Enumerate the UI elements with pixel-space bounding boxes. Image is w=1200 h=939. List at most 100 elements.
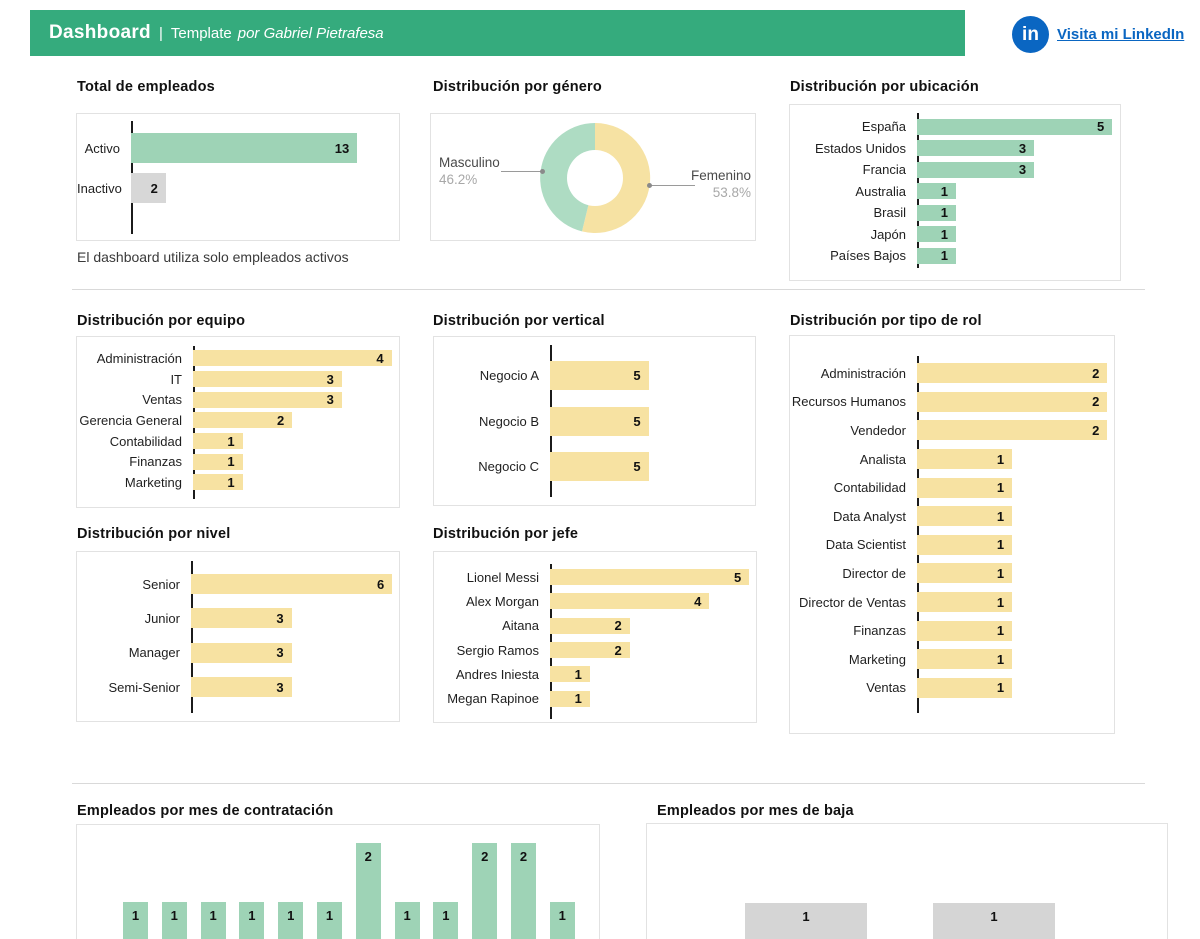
bar: 4	[193, 350, 392, 366]
bar-row: Director de Ventas1	[790, 588, 1114, 617]
bar: 5	[550, 452, 649, 481]
genero-chart: Masculino 46.2% Femenino 53.8%	[430, 113, 756, 241]
jefe-chart: Lionel Messi5Alex Morgan4Aitana2Sergio R…	[433, 551, 757, 723]
value-label: 5	[633, 459, 648, 474]
value-label: 3	[1019, 141, 1034, 156]
column-bar: 1	[123, 902, 148, 939]
bar-track: 2	[917, 416, 1114, 445]
bar-row: Alex Morgan4	[434, 589, 756, 613]
bar-track: 5	[917, 116, 1120, 138]
bar: 3	[191, 677, 292, 697]
value-label: 2	[511, 849, 536, 864]
bar: 2	[917, 420, 1107, 440]
bar: 3	[191, 608, 292, 628]
bar: 1	[917, 563, 1012, 583]
category-label: Contabilidad	[77, 434, 193, 449]
bar-row: Marketing1	[77, 472, 399, 493]
bar-row: Senior6	[77, 567, 399, 601]
chart-title-tiporol: Distribución por tipo de rol	[790, 313, 982, 329]
bar: 1	[917, 183, 956, 199]
contratacion-chart: 111111211221	[76, 824, 600, 939]
callout-dot-masculino	[540, 169, 545, 174]
category-label: Lionel Messi	[434, 570, 550, 585]
value-label: 1	[227, 454, 242, 469]
bar: 2	[550, 642, 630, 658]
bar-track: 2	[193, 410, 399, 431]
category-label: Japón	[790, 227, 917, 242]
total-empleados-chart: Activo13Inactivo2	[76, 113, 400, 241]
value-label: 1	[395, 908, 420, 923]
category-label: Director de	[790, 566, 917, 581]
column-bar: 1	[933, 903, 1055, 939]
bar-row: Finanzas1	[790, 616, 1114, 645]
value-label: 1	[162, 908, 187, 923]
bar: 1	[917, 478, 1012, 498]
bar: 3	[193, 371, 342, 387]
category-label: Sergio Ramos	[434, 643, 550, 658]
bar: 3	[193, 392, 342, 408]
bar-track: 1	[917, 502, 1114, 531]
category-label: Negocio C	[434, 459, 550, 474]
value-label: 1	[239, 908, 264, 923]
bar: 1	[917, 535, 1012, 555]
value-label: 1	[941, 227, 956, 242]
bar: 1	[917, 449, 1012, 469]
value-label: 5	[1097, 119, 1112, 134]
category-label: Inactivo	[77, 181, 131, 196]
bar: 3	[917, 140, 1034, 156]
chart-title-ubicacion: Distribución por ubicación	[790, 79, 979, 95]
bar-row: Brasil1	[790, 202, 1120, 224]
bar-row: Recursos Humanos2	[790, 388, 1114, 417]
value-label: 1	[941, 205, 956, 220]
category-label: España	[790, 119, 917, 134]
bar: 2	[131, 173, 166, 203]
value-label: 3	[276, 611, 291, 626]
bar-track: 6	[191, 567, 399, 601]
value-label: 2	[1092, 423, 1107, 438]
category-label: Aitana	[434, 618, 550, 633]
bar: 3	[917, 162, 1034, 178]
value-label: 4	[376, 351, 391, 366]
category-label: IT	[77, 372, 193, 387]
category-label: Marketing	[790, 652, 917, 667]
bar-track: 1	[917, 531, 1114, 560]
column-bar: 1	[278, 902, 303, 939]
bar-track: 1	[550, 686, 756, 710]
category-label: Andres Iniesta	[434, 667, 550, 682]
category-label: Semi-Senior	[77, 680, 191, 695]
bar: 6	[191, 574, 392, 594]
bar-row: Data Scientist 1	[790, 531, 1114, 560]
category-label: Finanzas	[77, 454, 193, 469]
chart-title-equipo: Distribución por equipo	[77, 313, 245, 329]
vertical-chart: Negocio A5Negocio B5Negocio C5	[433, 336, 756, 506]
column-bar: 2	[472, 843, 497, 939]
bar-row: Japón 1	[790, 224, 1120, 246]
author-byline: por Gabriel Pietrafesa	[238, 25, 384, 42]
active-employees-note: El dashboard utiliza solo empleados acti…	[77, 249, 349, 265]
bar-row: Megan Rapinoe1	[434, 686, 756, 710]
category-label: Ventas	[77, 392, 193, 407]
bar: 1	[193, 474, 243, 490]
bar-row: Australia1	[790, 181, 1120, 203]
bar-track: 5	[550, 399, 755, 445]
category-label: Data Scientist	[790, 537, 917, 552]
bar-track: 3	[191, 601, 399, 635]
value-label: 1	[997, 680, 1012, 695]
column-bar: 1	[550, 902, 575, 939]
linkedin-link[interactable]: Visita mi LinkedIn	[1057, 26, 1184, 43]
bar-row: Inactivo2	[77, 168, 399, 208]
bar-track: 1	[917, 588, 1114, 617]
category-label: Vendedor	[790, 423, 917, 438]
chart-title-total: Total de empleados	[77, 79, 215, 95]
linkedin-icon[interactable]: in	[1012, 16, 1049, 53]
bar-track: 1	[917, 245, 1120, 267]
value-label: 3	[1019, 162, 1034, 177]
category-label: Analista	[790, 452, 917, 467]
value-label: 3	[327, 392, 342, 407]
value-label: 2	[356, 849, 381, 864]
value-label: 1	[941, 248, 956, 263]
value-label: 1	[997, 537, 1012, 552]
value-label: 1	[278, 908, 303, 923]
bar: 5	[550, 407, 649, 436]
value-label: 1	[575, 691, 590, 706]
